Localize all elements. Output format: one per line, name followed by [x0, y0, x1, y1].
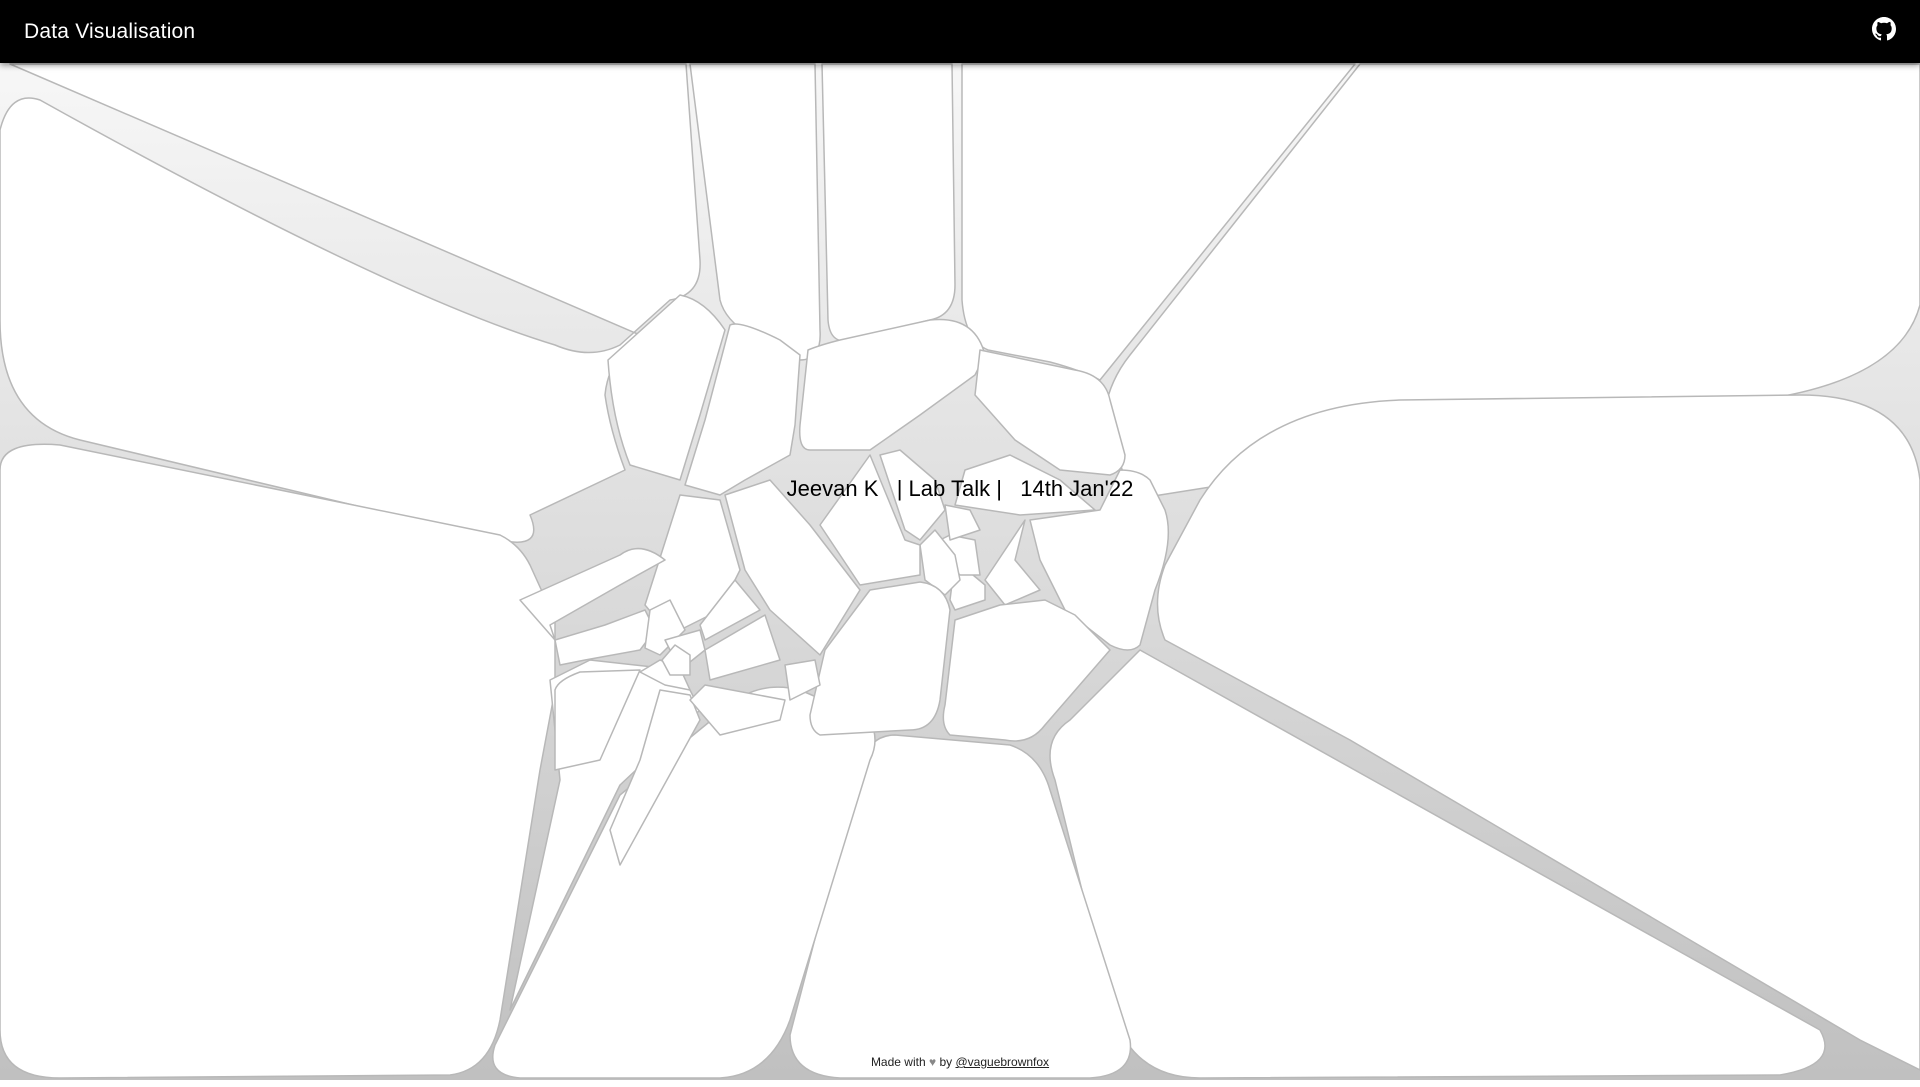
voronoi-canvas	[0, 63, 1920, 1080]
footer-made-with: Made with	[870, 1055, 926, 1069]
author-link[interactable]: @vaguebrownfox	[955, 1055, 1049, 1069]
app-title: Data Visualisation	[24, 20, 196, 43]
top-app-bar: Data Visualisation	[0, 0, 1920, 63]
github-icon[interactable]	[1872, 17, 1896, 41]
voronoi-cell	[0, 443, 556, 1079]
footer: Made with ♥ by @vaguebrownfox	[0, 1055, 1920, 1069]
page-bottom-strip	[0, 1080, 1920, 1087]
heart-icon: ♥	[928, 1055, 937, 1069]
talk-tagline: Jeevan K | Lab Talk | 14th Jan'22	[786, 476, 1134, 501]
footer-by: by	[939, 1055, 953, 1069]
voronoi-cell	[821, 63, 956, 342]
